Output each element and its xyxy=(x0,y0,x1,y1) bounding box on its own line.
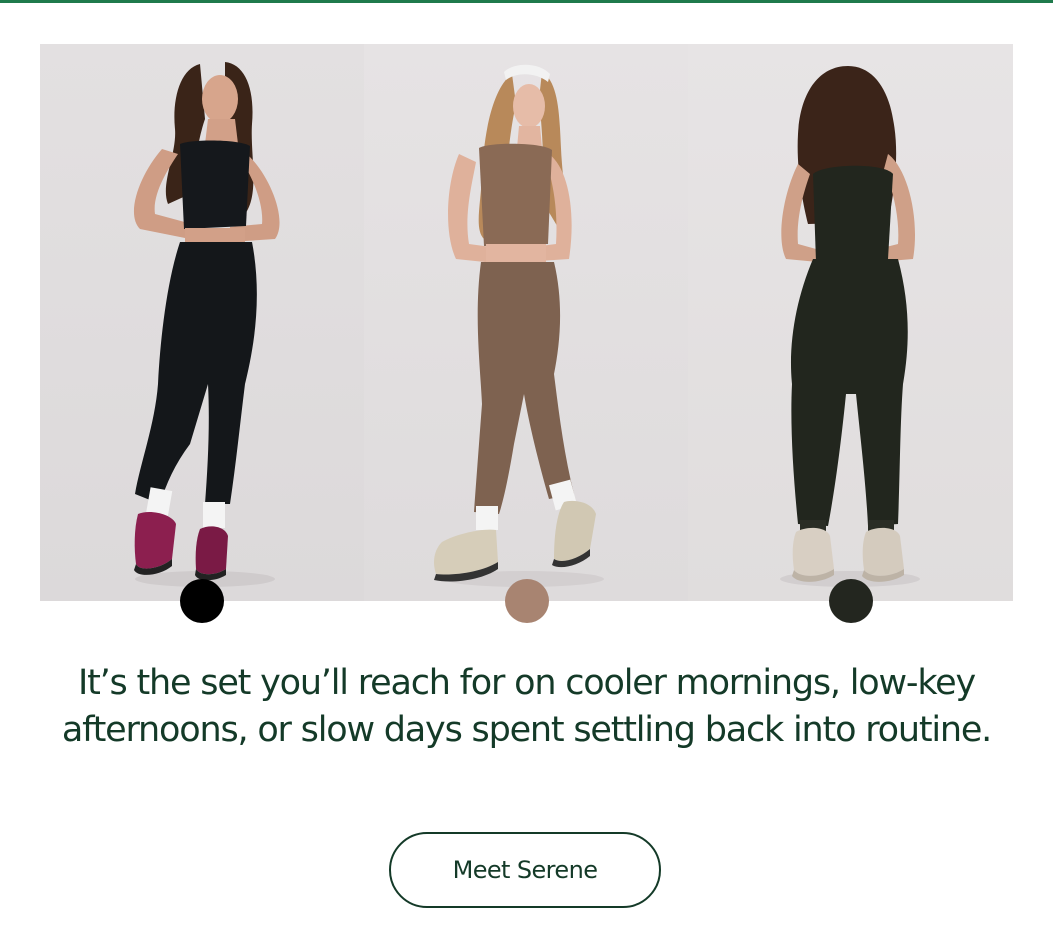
model-photo-mocha xyxy=(434,64,604,587)
top-accent-rule xyxy=(0,0,1053,3)
product-photo-gallery xyxy=(40,44,1013,601)
photo-black-set[interactable] xyxy=(40,44,364,601)
color-swatch-mocha[interactable] xyxy=(505,579,549,623)
photo-olive-set[interactable] xyxy=(688,44,1013,601)
model-photo-olive xyxy=(780,66,920,587)
marketing-headline: It’s the set you’ll reach for on cooler … xyxy=(61,663,992,750)
color-swatch-black[interactable] xyxy=(180,579,224,623)
meet-serene-button[interactable]: Meet Serene xyxy=(389,832,661,908)
color-swatch-olive[interactable] xyxy=(829,579,873,623)
photo-mocha-set[interactable] xyxy=(364,44,688,601)
model-photo-black xyxy=(133,62,280,587)
